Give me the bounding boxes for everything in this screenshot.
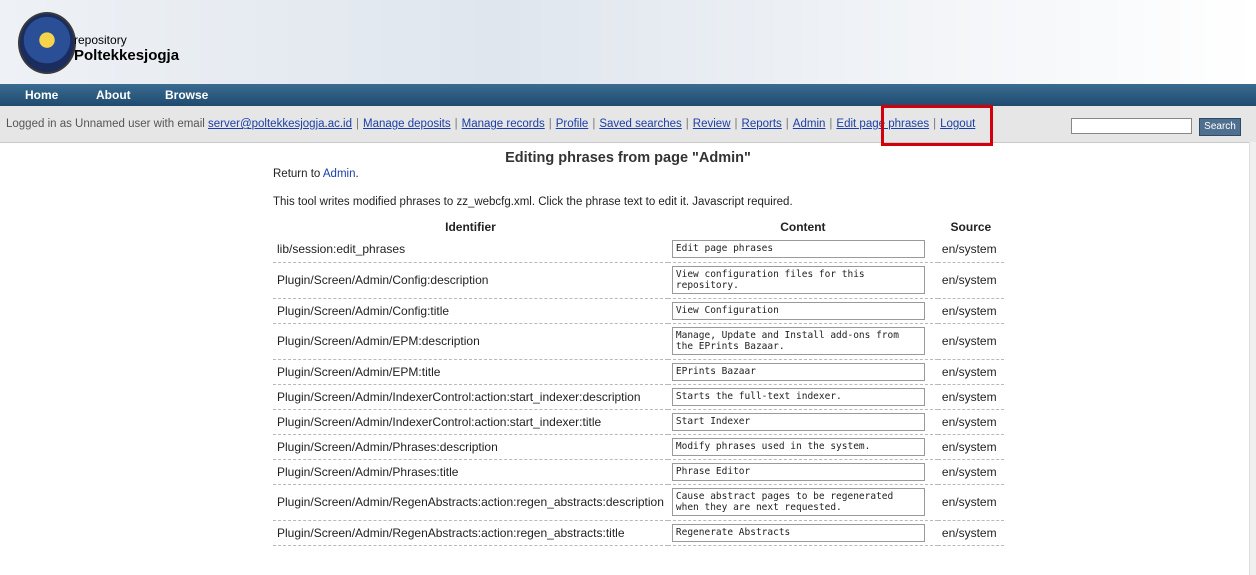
phrase-identifier: Plugin/Screen/Admin/Config:title — [273, 298, 668, 324]
phrases-table: Identifier Content Source lib/session:ed… — [273, 217, 1004, 546]
phrase-identifier: Plugin/Screen/Admin/Config:description — [273, 262, 668, 299]
phrase-source: en/system — [937, 484, 1004, 521]
phrase-identifier: Plugin/Screen/Admin/EPM:title — [273, 359, 668, 385]
saved-searches-link[interactable]: Saved searches — [599, 118, 681, 130]
nav-about[interactable]: About — [96, 88, 131, 102]
info-text: This tool writes modified phrases to zz_… — [273, 196, 793, 208]
table-row: Plugin/Screen/Admin/Config:title View Con… — [273, 298, 1004, 324]
table-row: Plugin/Screen/Admin/IndexerControl:actio… — [273, 409, 1004, 435]
phrase-content-cell: Modify phrases used in the system. — [667, 434, 938, 460]
phrase-source: en/system — [937, 359, 1004, 385]
user-email-link[interactable]: server@poltekkesjogja.ac.id — [208, 118, 352, 130]
phrase-content-box[interactable]: Modify phrases used in the system. — [671, 437, 925, 456]
return-prefix: Return to — [273, 168, 323, 180]
phrase-content-cell: Regenerate Abstracts — [667, 520, 938, 546]
phrase-content-cell: Edit page phrases — [667, 237, 938, 263]
phrase-content-box[interactable]: Regenerate Abstracts — [671, 523, 925, 542]
phrase-identifier: Plugin/Screen/Admin/IndexerControl:actio… — [273, 409, 668, 435]
highlight-box — [881, 105, 993, 146]
return-line: Return to Admin. — [273, 168, 359, 180]
user-toolbar: Logged in as Unnamed user with email ser… — [0, 106, 1256, 143]
return-admin-link[interactable]: Admin — [323, 168, 356, 180]
logo-text[interactable]: repository Poltekkesjogja — [74, 33, 179, 63]
table-row: Plugin/Screen/Admin/IndexerControl:actio… — [273, 384, 1004, 410]
phrase-source: en/system — [937, 434, 1004, 460]
return-suffix: . — [355, 168, 359, 180]
table-row: Plugin/Screen/Admin/RegenAbstracts:actio… — [273, 484, 1004, 521]
phrase-identifier: Plugin/Screen/Admin/EPM:description — [273, 323, 668, 360]
table-row: Plugin/Screen/Admin/Config:description Vi… — [273, 262, 1004, 299]
phrase-source: en/system — [937, 409, 1004, 435]
phrase-content-box[interactable]: Starts the full-text indexer. — [671, 387, 925, 406]
table-row: lib/session:edit_phrases Edit page phrase… — [273, 237, 1004, 263]
phrase-content-cell: EPrints Bazaar — [667, 359, 938, 385]
nav-browse[interactable]: Browse — [165, 88, 208, 102]
logo-line2: Poltekkesjogja — [74, 47, 180, 64]
manage-records-link[interactable]: Manage records — [462, 118, 545, 130]
phrase-content-cell: Manage, Update and Install add-ons from … — [667, 323, 938, 360]
phrase-content-box[interactable]: Phrase Editor — [671, 462, 925, 481]
phrase-source: en/system — [937, 384, 1004, 410]
phrase-source: en/system — [937, 298, 1004, 324]
nav-home[interactable]: Home — [25, 88, 58, 102]
search-button[interactable]: Search — [1199, 118, 1241, 136]
phrase-content-box[interactable]: Manage, Update and Install add-ons from … — [671, 327, 925, 355]
phrase-content-box[interactable]: Edit page phrases — [671, 240, 925, 259]
page-title: Editing phrases from page "Admin" — [505, 150, 751, 166]
phrase-content-box[interactable]: View Configuration — [671, 301, 925, 320]
table-row: Plugin/Screen/Admin/EPM:title EPrints Baz… — [273, 359, 1004, 385]
search-input[interactable] — [1071, 118, 1192, 134]
phrase-identifier: Plugin/Screen/Admin/RegenAbstracts:actio… — [273, 484, 668, 521]
phrase-identifier: Plugin/Screen/Admin/Phrases:title — [273, 459, 668, 485]
phrase-source: en/system — [937, 520, 1004, 546]
table-row: Plugin/Screen/Admin/RegenAbstracts:actio… — [273, 520, 1004, 546]
phrase-content-box[interactable]: Cause abstract pages to be regenerated w… — [671, 488, 925, 516]
phrase-content-cell: View Configuration — [667, 298, 938, 324]
phrase-identifier: Plugin/Screen/Admin/Phrases:description — [273, 434, 668, 460]
table-row: Plugin/Screen/Admin/Phrases:title Phrase … — [273, 459, 1004, 485]
profile-link[interactable]: Profile — [556, 118, 589, 130]
main-nav: Home About Browse — [0, 84, 1256, 106]
phrase-content-box[interactable]: View configuration files for this reposi… — [671, 266, 925, 294]
phrase-identifier: Plugin/Screen/Admin/IndexerControl:actio… — [273, 384, 668, 410]
header-identifier: Identifier — [445, 220, 496, 234]
header-content: Content — [780, 220, 826, 234]
phrase-source: en/system — [937, 262, 1004, 299]
repository-logo-icon[interactable] — [18, 12, 76, 74]
site-header: repository Poltekkesjogja — [0, 0, 1256, 84]
phrase-content-cell: Cause abstract pages to be regenerated w… — [667, 484, 938, 521]
phrase-content-cell: View configuration files for this reposi… — [667, 262, 938, 299]
phrase-content-cell: Phrase Editor — [667, 459, 938, 485]
logo-line1: repository — [74, 33, 127, 47]
page-scrollbar[interactable] — [1249, 142, 1256, 575]
phrase-source: en/system — [937, 237, 1004, 263]
phrase-content-cell: Starts the full-text indexer. — [667, 384, 938, 410]
reports-link[interactable]: Reports — [742, 118, 782, 130]
phrase-identifier: Plugin/Screen/Admin/RegenAbstracts:actio… — [273, 520, 668, 546]
manage-deposits-link[interactable]: Manage deposits — [363, 118, 451, 130]
table-row: Plugin/Screen/Admin/EPM:description Manag… — [273, 323, 1004, 360]
table-row: Plugin/Screen/Admin/Phrases:description M… — [273, 434, 1004, 460]
phrase-content-cell: Start Indexer — [667, 409, 938, 435]
admin-link[interactable]: Admin — [793, 118, 826, 130]
login-status: Logged in as Unnamed user with email — [6, 118, 209, 130]
header-source: Source — [950, 220, 992, 234]
review-link[interactable]: Review — [693, 118, 731, 130]
phrase-identifier: lib/session:edit_phrases — [273, 237, 668, 263]
phrase-source: en/system — [937, 459, 1004, 485]
phrase-content-box[interactable]: EPrints Bazaar — [671, 362, 925, 381]
phrase-source: en/system — [937, 323, 1004, 360]
phrase-content-box[interactable]: Start Indexer — [671, 412, 925, 431]
